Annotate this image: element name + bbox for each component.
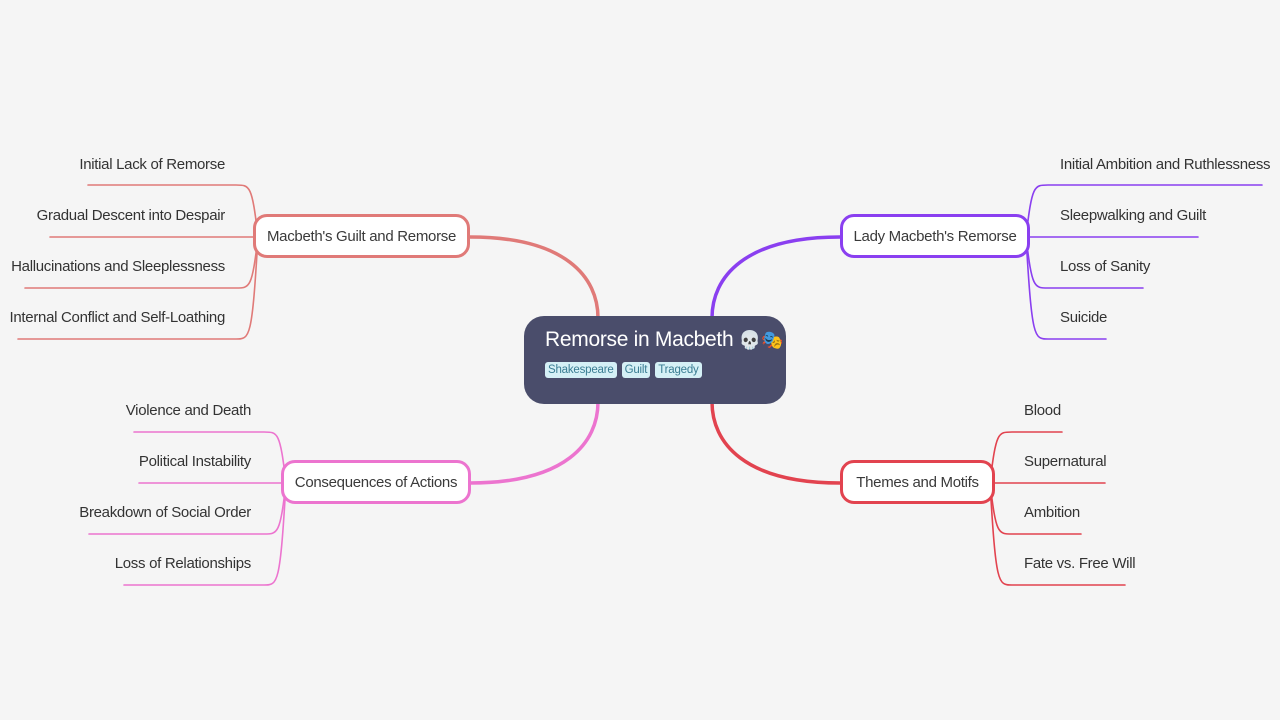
leaf-sleepwalking[interactable]: Sleepwalking and Guilt	[1060, 207, 1206, 224]
leaf-violence-and-death[interactable]: Violence and Death	[126, 402, 252, 419]
leaf-suicide[interactable]: Suicide	[1060, 309, 1107, 326]
leaf-ambition[interactable]: Ambition	[1024, 504, 1080, 521]
branch-connector	[468, 235, 600, 320]
leaf-internal-conflict[interactable]: Internal Conflict and Self-Loathing	[10, 309, 226, 326]
branch-consequences-of-actions[interactable]: Consequences of Actions	[281, 460, 471, 504]
leaf-hallucinations[interactable]: Hallucinations and Sleeplessness	[11, 258, 225, 275]
leaf-loss-of-sanity[interactable]: Loss of Sanity	[1060, 258, 1150, 275]
skull-masks-emoji-icon: 💀🎭	[738, 330, 784, 350]
leaf-gradual-descent[interactable]: Gradual Descent into Despair	[37, 207, 226, 224]
branch-lady-macbeth-remorse[interactable]: Lady Macbeth's Remorse	[840, 214, 1030, 258]
branch-connector	[710, 235, 842, 320]
leaf-fate-vs-free-will[interactable]: Fate vs. Free Will	[1024, 555, 1136, 572]
branch-macbeth-guilt[interactable]: Macbeth's Guilt and Remorse	[253, 214, 470, 258]
branch-themes-and-motifs[interactable]: Themes and Motifs	[840, 460, 995, 504]
branch-connector	[468, 400, 600, 485]
leaf-loss-of-relationships[interactable]: Loss of Relationships	[115, 555, 252, 572]
root-title: Remorse in Macbeth 💀🎭	[545, 328, 786, 352]
leaf-blood[interactable]: Blood	[1024, 402, 1061, 419]
leaf-political-instability[interactable]: Political Instability	[139, 453, 251, 470]
branch-connector	[710, 400, 842, 485]
root-title-text: Remorse in Macbeth	[545, 328, 734, 351]
leaf-breakdown-social-order[interactable]: Breakdown of Social Order	[79, 504, 251, 521]
tag-shakespeare[interactable]: Shakespeare	[545, 362, 617, 378]
leaf-initial-lack-of-remorse[interactable]: Initial Lack of Remorse	[79, 156, 225, 173]
tag-list: Shakespeare Guilt Tragedy	[545, 362, 786, 378]
leaf-supernatural[interactable]: Supernatural	[1024, 453, 1107, 470]
tag-tragedy[interactable]: Tragedy	[655, 362, 702, 378]
leaf-initial-ambition[interactable]: Initial Ambition and Ruthlessness	[1060, 156, 1271, 173]
root-node[interactable]: Remorse in Macbeth 💀🎭 Shakespeare Guilt …	[524, 316, 786, 404]
tag-guilt[interactable]: Guilt	[621, 362, 651, 378]
